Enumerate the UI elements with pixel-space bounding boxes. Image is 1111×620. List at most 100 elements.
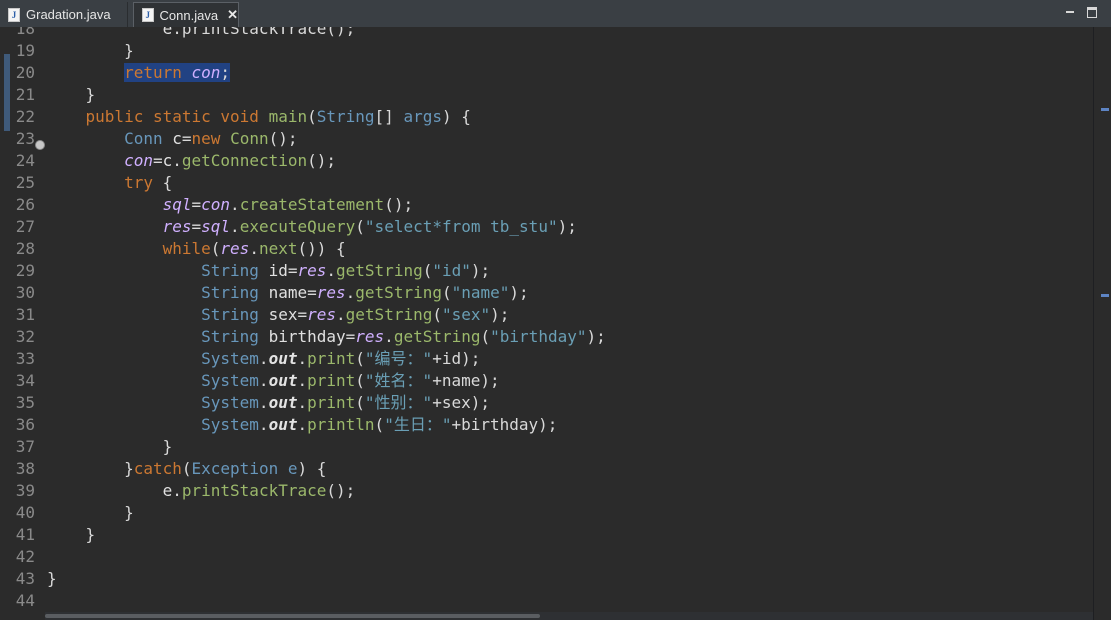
line-number: 27 [15,217,35,236]
code-line[interactable]: } [47,524,96,546]
code-token: res [297,261,327,280]
code-token: . [336,305,346,324]
code-token: con [191,63,221,82]
code-token: ; [220,63,231,82]
editor-tab-bar: J Gradation.java J Conn.java ✕ [0,0,1111,28]
code-line[interactable]: String id=res.getString("id"); [47,260,490,282]
code-line[interactable]: System.out.print("编号："+id); [47,348,480,370]
code-token: = [307,283,317,302]
horizontal-scrollbar[interactable] [45,612,1093,620]
code-line[interactable]: Conn c=new Conn(); [47,128,298,150]
code-line[interactable]: } [47,502,134,524]
code-token: = [345,327,356,346]
line-number: 22 [15,107,35,126]
line-number: 18 [15,27,35,38]
code-token: . [297,371,308,390]
code-line[interactable]: String name=res.getString("name"); [47,282,529,304]
code-token: . [230,195,240,214]
code-token: res [316,283,346,302]
code-line[interactable]: e.printStackTrace(); [47,27,356,40]
code-line[interactable]: return con; [47,62,231,84]
code-line[interactable]: sql=con.createStatement(); [47,194,414,216]
code-token: Conn [230,129,269,148]
code-line[interactable]: String birthday=res.getString("birthday"… [47,326,606,348]
tab-label: Gradation.java [26,7,111,22]
code-token: "姓名：" [364,371,433,390]
code-token: . [258,371,269,390]
code-token: e [162,481,173,500]
code-line[interactable]: public static void main(String[] args) { [47,106,471,128]
close-icon[interactable]: ✕ [227,7,238,23]
line-number: 19 [15,41,35,60]
code-token: main [268,107,308,126]
code-token: out [268,349,298,368]
code-token: res [220,239,250,258]
code-token: return [124,63,182,82]
code-token: ); [470,261,491,280]
code-token: ) { [441,107,471,126]
code-token: +birthday); [451,415,558,434]
code-line[interactable]: } [47,84,96,106]
code-token: ); [490,305,510,324]
code-editor[interactable]: e.printStackTrace(); } return con; } pub… [45,27,1093,612]
code-token: ( [181,459,192,478]
code-line[interactable]: try { [47,172,172,194]
code-line[interactable]: System.out.print("姓名："+name); [47,370,500,392]
code-token: = [152,151,163,170]
code-token: try [124,173,153,192]
code-token: ( [480,327,491,346]
code-token: } [47,503,134,522]
line-number: 20 [15,63,35,82]
overview-ruler-marker[interactable] [1101,108,1109,111]
code-line[interactable]: e.printStackTrace(); [47,480,356,502]
horizontal-scroll-thumb[interactable] [45,614,540,618]
line-number: 31 [15,305,35,324]
fold-collapse-icon[interactable] [35,140,45,150]
minimize-icon[interactable] [1064,6,1076,16]
code-line[interactable]: res=sql.executeQuery("select*from tb_stu… [47,216,577,238]
code-token: . [297,393,308,412]
vertical-scrollbar[interactable] [1093,27,1111,620]
code-line[interactable]: } [47,40,134,62]
code-line[interactable]: String sex=res.getString("sex"); [47,304,509,326]
code-token: printStackTrace [181,481,327,500]
code-token: String [316,107,375,126]
code-token: birthday [268,327,346,346]
tab-conn-java[interactable]: J Conn.java ✕ [133,2,239,27]
line-number: 41 [15,525,35,544]
code-line[interactable]: } [47,568,57,590]
code-line[interactable]: con=c.getConnection(); [47,150,336,172]
code-line[interactable]: }catch(Exception e) { [47,458,326,480]
code-line[interactable]: System.out.println("生日："+birthday); [47,414,557,436]
code-token: ( [355,371,365,390]
line-number: 30 [15,283,35,302]
tab-gradation-java[interactable]: J Gradation.java [0,2,128,27]
tab-label: Conn.java [159,7,219,23]
code-token: sql [162,195,192,214]
code-token: "select*from tb_stu" [364,217,558,236]
code-token: (); [268,129,298,148]
code-token: } [47,437,173,456]
overview-ruler-marker[interactable] [1101,294,1109,297]
maximize-icon[interactable] [1086,6,1098,18]
code-token: "name" [451,283,510,302]
java-file-icon: J [8,7,20,22]
line-number-gutter[interactable]: 18 19 20 21 22 23 24 25 26 27 28 29 30 31 32 33 34 35 36 37… [0,27,45,620]
code-line[interactable]: } [47,436,173,458]
code-token: e [162,27,173,38]
line-number: 33 [15,349,35,368]
code-line[interactable]: while(res.next()) { [47,238,346,260]
code-line[interactable]: System.out.print("性别："+sex); [47,392,490,414]
code-token: "id" [432,261,471,280]
code-token: (); [384,195,414,214]
